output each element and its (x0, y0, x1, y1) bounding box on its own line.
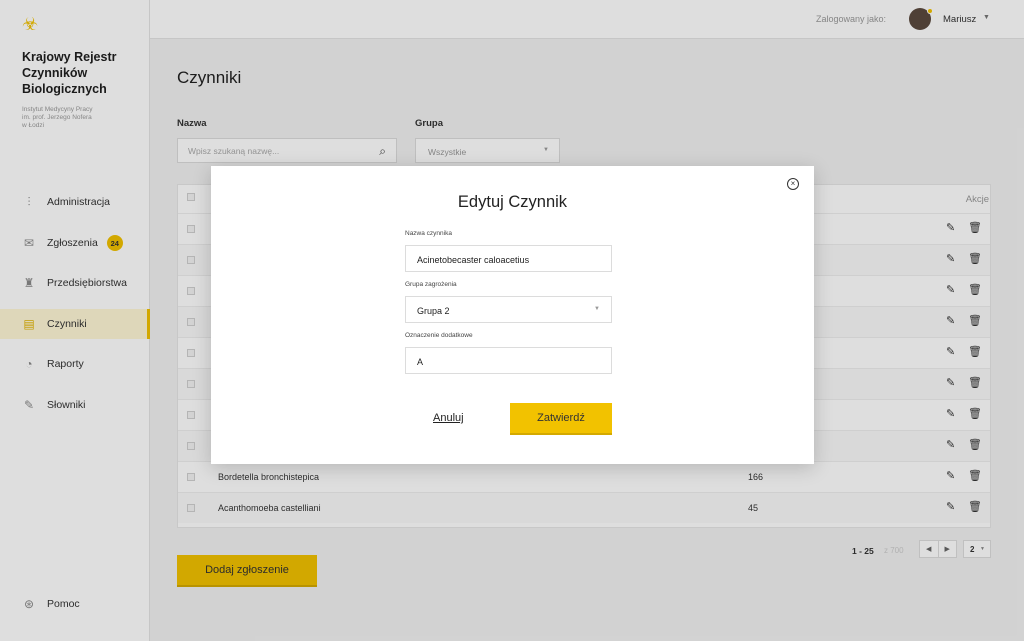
chevron-down-icon: ▼ (594, 306, 600, 312)
extra-label: Oznaczenie dodatkowe (405, 332, 473, 339)
close-icon[interactable]: × (787, 178, 799, 190)
group-label: Grupa zagrożenia (405, 281, 457, 288)
edit-agent-modal: × Edytuj Czynnik Nazwa czynnika Acinetob… (211, 166, 814, 464)
extra-field-value: A (417, 357, 424, 367)
group-select-value: Grupa 2 (417, 306, 450, 316)
confirm-button[interactable]: Zatwierdź (510, 403, 612, 435)
extra-field[interactable]: A (405, 347, 612, 374)
name-field-value: Acinetobecaster caloacetius (417, 255, 530, 265)
modal-title: Edytuj Czynnik (457, 193, 568, 211)
cancel-button[interactable]: Anuluj (433, 412, 464, 424)
name-label: Nazwa czynnika (405, 230, 452, 237)
group-select[interactable]: Grupa 2 ▼ (405, 296, 612, 323)
name-field[interactable]: Acinetobecaster caloacetius (405, 245, 612, 272)
